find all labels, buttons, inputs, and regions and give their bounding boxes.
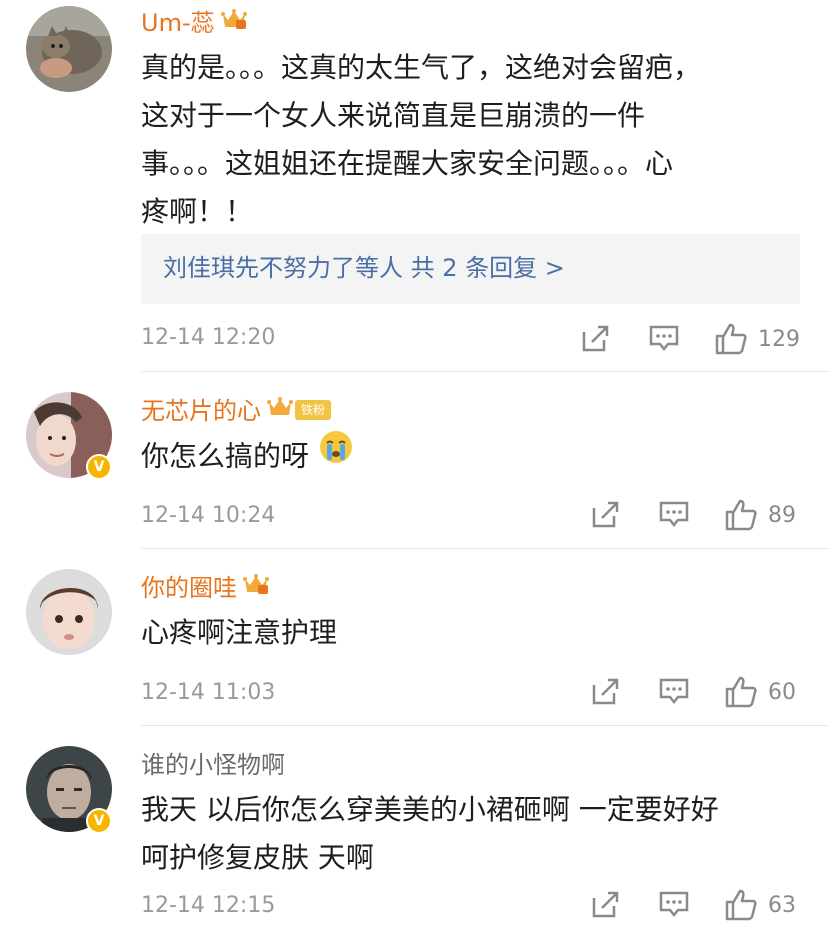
- like-count: 60: [768, 680, 796, 705]
- crying-emoji: [318, 429, 354, 480]
- comment-actions: 63: [590, 888, 800, 924]
- share-icon[interactable]: [590, 675, 622, 711]
- comment-actions: 60: [590, 675, 800, 711]
- share-icon[interactable]: [580, 322, 612, 358]
- crown-icon: [243, 572, 269, 602]
- like-count: 63: [768, 893, 796, 918]
- timestamp: 12-14 10:24: [141, 503, 276, 528]
- username[interactable]: Um-蕊: [141, 8, 247, 39]
- crown-icon: [267, 395, 293, 425]
- comment-icon[interactable]: [658, 888, 690, 924]
- comment-icon[interactable]: [658, 498, 690, 534]
- like-button[interactable]: 89: [724, 498, 800, 536]
- reply-preview[interactable]: 刘佳琪先不努力了等人 共 2 条回复 >: [141, 234, 800, 304]
- like-button[interactable]: 129: [714, 322, 800, 360]
- like-count: 89: [768, 503, 796, 528]
- comment-item: 你的圈哇 心疼啊注意护理 12-14 11:03 60: [0, 549, 828, 726]
- thumbs-up-icon: [724, 889, 758, 926]
- comment-item: V 谁的小怪物啊 我天 以后你怎么穿美美的小裙砸啊 一定要好好 呵护修复皮肤 天…: [0, 726, 828, 932]
- fan-badge: 铁粉: [295, 400, 332, 420]
- verified-v-icon: V: [86, 808, 112, 834]
- avatar[interactable]: [26, 569, 112, 655]
- thumbs-up-icon: [724, 676, 758, 713]
- comment-icon[interactable]: [648, 322, 680, 358]
- comment-actions: 129: [580, 322, 800, 358]
- share-icon[interactable]: [590, 888, 622, 924]
- comment-item: Um-蕊 真的是。。。这真的太生气了，这绝对会留疤， 这对于一个女人来说简直是巨…: [0, 0, 828, 372]
- verified-v-icon: V: [86, 454, 112, 480]
- like-button[interactable]: 63: [724, 888, 800, 926]
- comment-icon[interactable]: [658, 675, 690, 711]
- share-icon[interactable]: [590, 498, 622, 534]
- crown-icon: [220, 7, 247, 37]
- reply-summary-link[interactable]: 刘佳琪先不努力了等人 共 2 条回复 >: [163, 252, 565, 284]
- comment-item: V 无芯片的心 铁粉 你怎么搞的呀 12-14 10:24 89: [0, 372, 828, 549]
- username[interactable]: 无芯片的心 铁粉: [141, 395, 332, 427]
- thumbs-up-icon: [714, 323, 748, 360]
- comment-actions: 89: [590, 498, 800, 534]
- like-button[interactable]: 60: [724, 675, 800, 713]
- timestamp: 12-14 12:20: [141, 325, 276, 350]
- comment-text: 我天 以后你怎么穿美美的小裙砸啊 一定要好好 呵护修复皮肤 天啊: [141, 793, 719, 874]
- thumbs-up-icon: [724, 499, 758, 536]
- comment-text: 真的是。。。这真的太生气了，这绝对会留疤， 这对于一个女人来说简直是巨崩溃的一件…: [141, 51, 702, 228]
- like-count: 129: [758, 327, 800, 352]
- comment-text: 心疼啊注意护理: [141, 616, 338, 649]
- username[interactable]: 谁的小怪物啊: [141, 750, 285, 780]
- comment-text: 你怎么搞的呀: [141, 429, 801, 483]
- avatar[interactable]: [26, 6, 112, 92]
- timestamp: 12-14 11:03: [141, 680, 276, 705]
- timestamp: 12-14 12:15: [141, 893, 276, 918]
- username[interactable]: 你的圈哇: [141, 573, 269, 604]
